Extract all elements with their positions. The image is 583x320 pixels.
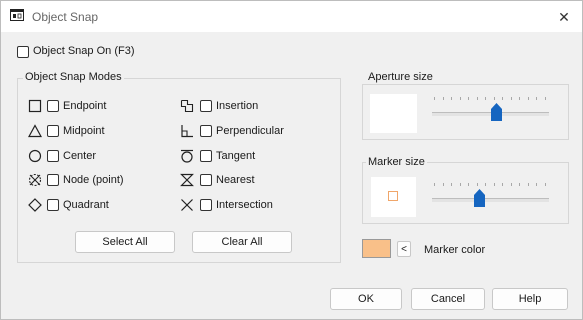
- slider-tick: [477, 97, 478, 100]
- square-icon: [28, 99, 42, 113]
- help-button[interactable]: Help: [492, 288, 568, 310]
- node-checkbox[interactable]: [47, 174, 59, 186]
- window-title: Object Snap: [32, 10, 99, 24]
- slider-tick: [443, 97, 444, 100]
- insertion-label: Insertion: [216, 100, 259, 112]
- slider-tick: [502, 183, 503, 186]
- marker-color-swatch[interactable]: [362, 239, 391, 258]
- marker-slider[interactable]: [432, 183, 549, 209]
- marker-slider-track: [432, 198, 549, 202]
- app-icon: [10, 9, 24, 21]
- slider-tick: [494, 97, 495, 100]
- close-button[interactable]: ✕: [554, 7, 574, 27]
- slider-tick: [519, 97, 520, 100]
- center-label: Center: [63, 150, 97, 162]
- perpendicular-checkbox[interactable]: [200, 125, 212, 137]
- intersection-checkbox[interactable]: [200, 199, 212, 211]
- slider-tick: [494, 183, 495, 186]
- slider-tick: [511, 97, 512, 100]
- cross-icon: [181, 199, 193, 211]
- aperture-slider[interactable]: [432, 97, 549, 123]
- slider-tick: [468, 183, 469, 186]
- slider-tick: [434, 183, 435, 186]
- slider-tick: [545, 183, 546, 186]
- intersection-label: Intersection: [216, 199, 273, 211]
- marker-title: Marker size: [366, 156, 427, 168]
- slider-tick: [511, 183, 512, 186]
- object-snap-dialog: Object Snap ✕ Object Snap On (F3) Object…: [0, 0, 583, 320]
- center-checkbox[interactable]: [47, 150, 59, 162]
- diamond-icon: [28, 198, 42, 212]
- triangle-icon: [28, 124, 42, 138]
- slider-tick: [434, 97, 435, 100]
- slider-tick: [460, 183, 461, 186]
- tangent-icon: [181, 149, 193, 163]
- slider-tick: [485, 97, 486, 100]
- endpoint-checkbox[interactable]: [47, 100, 59, 112]
- midpoint-checkbox[interactable]: [47, 125, 59, 137]
- ok-button[interactable]: OK: [330, 288, 402, 310]
- slider-tick: [502, 97, 503, 100]
- slider-tick: [451, 97, 452, 100]
- perpendicular-label: Perpendicular: [216, 125, 284, 137]
- slider-tick: [545, 97, 546, 100]
- slider-tick: [477, 183, 478, 186]
- slider-tick: [519, 183, 520, 186]
- node-label: Node (point): [63, 174, 124, 186]
- aperture-preview: [370, 94, 417, 133]
- slider-tick: [536, 183, 537, 186]
- slider-tick: [451, 183, 452, 186]
- nearest-checkbox[interactable]: [200, 174, 212, 186]
- clear-all-button[interactable]: Clear All: [192, 231, 292, 253]
- marker-color-label: Marker color: [424, 244, 486, 256]
- slider-tick: [460, 97, 461, 100]
- slider-tick: [468, 97, 469, 100]
- cancel-button[interactable]: Cancel: [411, 288, 485, 310]
- marker-color-button[interactable]: <: [397, 241, 411, 257]
- slider-tick: [528, 97, 529, 100]
- slider-tick: [528, 183, 529, 186]
- marker-preview-square: [388, 191, 398, 201]
- aperture-slider-thumb[interactable]: [491, 103, 502, 121]
- select-all-button[interactable]: Select All: [75, 231, 175, 253]
- slider-tick: [485, 183, 486, 186]
- object-snap-on-checkbox[interactable]: [17, 46, 29, 58]
- marker-preview: [371, 177, 416, 217]
- marker-slider-thumb[interactable]: [474, 189, 485, 207]
- snap-modes-title: Object Snap Modes: [23, 71, 124, 83]
- quadrant-label: Quadrant: [63, 199, 109, 211]
- nearest-label: Nearest: [216, 174, 255, 186]
- endpoint-label: Endpoint: [63, 100, 107, 112]
- insertion-checkbox[interactable]: [200, 100, 212, 112]
- object-snap-on-label: Object Snap On (F3): [33, 45, 135, 57]
- aperture-title: Aperture size: [366, 71, 435, 83]
- hourglass-icon: [180, 173, 194, 187]
- quadrant-checkbox[interactable]: [47, 199, 59, 211]
- node-icon: [28, 173, 42, 187]
- perpendicular-icon: [181, 125, 193, 138]
- close-icon: ✕: [558, 8, 570, 25]
- tangent-label: Tangent: [216, 150, 256, 162]
- circle-icon: [28, 149, 42, 163]
- insertion-icon: [180, 99, 194, 113]
- midpoint-label: Midpoint: [63, 125, 105, 137]
- tangent-checkbox[interactable]: [200, 150, 212, 162]
- slider-tick: [536, 97, 537, 100]
- slider-tick: [443, 183, 444, 186]
- title-bar: Object Snap ✕: [1, 1, 582, 32]
